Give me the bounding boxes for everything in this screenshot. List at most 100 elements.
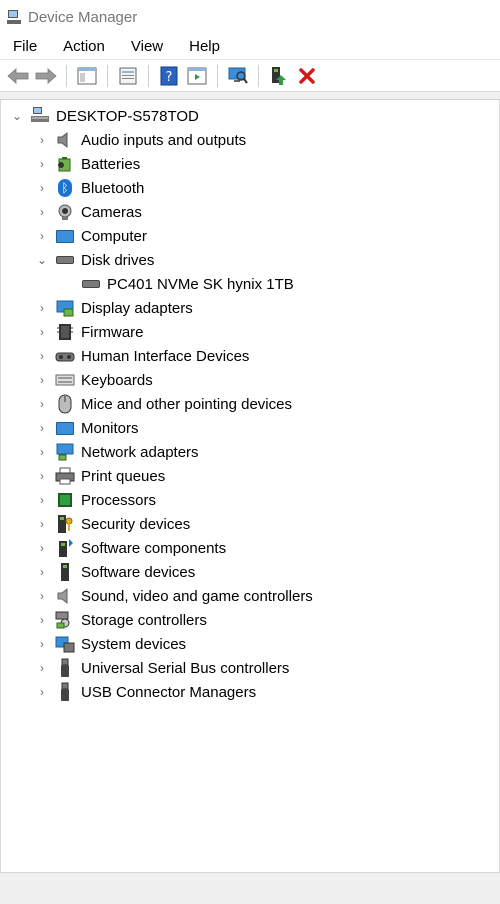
tree-item-label: Bluetooth [81, 179, 145, 197]
show-hide-console-tree-button[interactable] [75, 64, 99, 88]
tree-item-label: Keyboards [81, 371, 153, 389]
toolbar-separator [258, 64, 259, 87]
chevron-right-icon[interactable]: › [35, 613, 49, 627]
chevron-right-icon[interactable]: › [35, 349, 49, 363]
tree-item-label: Batteries [81, 155, 141, 173]
chevron-right-icon[interactable]: › [35, 181, 49, 195]
chevron-right-icon[interactable]: › [35, 589, 49, 603]
tree-item-hid[interactable]: › Human Interface Devices [35, 344, 249, 368]
toolbar: ? [0, 60, 500, 92]
chevron-right-icon[interactable]: › [35, 229, 49, 243]
pane-top-border [0, 92, 500, 100]
tree-item-label: Human Interface Devices [81, 347, 250, 365]
chevron-right-icon[interactable]: › [35, 397, 49, 411]
tree-item-storage-controllers[interactable]: › Storage controllers [35, 608, 207, 632]
chevron-right-icon[interactable]: › [35, 445, 49, 459]
show-action-pane-button[interactable] [185, 64, 209, 88]
tree-item-keyboards[interactable]: › Keyboards [35, 368, 153, 392]
window-title: Device Manager [28, 8, 138, 26]
chevron-right-icon[interactable]: › [35, 157, 49, 171]
tree-item-display-adapters[interactable]: › Display adapters [35, 296, 193, 320]
uninstall-device-button[interactable] [295, 64, 319, 88]
menu-help[interactable]: Help [176, 34, 233, 60]
tree-item-network-adapters[interactable]: › Network adapters [35, 440, 199, 464]
tree-item-bluetooth[interactable]: › ᛒ Bluetooth [35, 176, 144, 200]
chevron-right-icon[interactable]: › [35, 133, 49, 147]
tree-item-software-components[interactable]: › Software components [35, 536, 226, 560]
tree-item-audio[interactable]: › Audio inputs and outputs [35, 128, 246, 152]
tree-item-software-devices[interactable]: › Software devices [35, 560, 195, 584]
tree-root[interactable]: ⌄ DESKTOP-S578TOD [10, 104, 199, 128]
update-driver-button[interactable] [267, 64, 291, 88]
security-device-icon [55, 514, 75, 534]
tree-item-monitors[interactable]: › Monitors [35, 416, 139, 440]
tree-item-label: Disk drives [81, 251, 155, 269]
bluetooth-icon: ᛒ [55, 178, 75, 198]
tree-item-firmware[interactable]: › Firmware [35, 320, 144, 344]
usb-icon [55, 658, 75, 678]
chevron-right-icon[interactable]: › [35, 565, 49, 579]
chevron-right-icon[interactable]: › [35, 421, 49, 435]
storage-controller-icon [55, 610, 75, 630]
tree-item-computer[interactable]: › Computer [35, 224, 147, 248]
device-tree[interactable]: ⌄ DESKTOP-S578TOD › Audio inputs and out… [0, 100, 500, 872]
chevron-right-icon[interactable]: › [35, 205, 49, 219]
menu-view[interactable]: View [118, 34, 176, 60]
chevron-right-icon[interactable]: › [35, 493, 49, 507]
display-adapter-icon [55, 298, 75, 318]
properties-button[interactable] [116, 64, 140, 88]
chevron-right-icon[interactable]: › [35, 661, 49, 675]
tree-item-system-devices[interactable]: › System devices [35, 632, 186, 656]
tree-item-label: Security devices [81, 515, 191, 533]
software-component-icon [55, 538, 75, 558]
printer-icon [55, 466, 75, 486]
tree-item-batteries[interactable]: › Batteries [35, 152, 140, 176]
disk-drive-icon [81, 274, 101, 294]
action-pane-icon [187, 67, 207, 84]
tree-item-mice[interactable]: › Mice and other pointing devices [35, 392, 292, 416]
tree-item-label: Processors [81, 491, 157, 509]
device-manager-icon [6, 9, 22, 25]
tree-child-disk[interactable]: PC401 NVMe SK hynix 1TB [75, 272, 294, 296]
help-button[interactable]: ? [157, 64, 181, 88]
tree-item-label: Monitors [81, 419, 139, 437]
chevron-right-icon[interactable]: › [35, 469, 49, 483]
tree-item-sound-controllers[interactable]: › Sound, video and game controllers [35, 584, 313, 608]
scan-hardware-changes-button[interactable] [226, 64, 250, 88]
toolbar-separator [217, 64, 218, 87]
tree-item-processors[interactable]: › Processors [35, 488, 156, 512]
tree-item-disk-drives[interactable]: ⌄ Disk drives [35, 248, 154, 272]
menu-action[interactable]: Action [50, 34, 118, 60]
tree-item-label: Cameras [81, 203, 142, 221]
tree-item-label: Software components [81, 539, 227, 557]
tree-item-label: Computer [81, 227, 147, 245]
forward-button[interactable] [34, 64, 58, 88]
tree-item-security-devices[interactable]: › Security devices [35, 512, 190, 536]
chevron-down-icon[interactable]: ⌄ [10, 109, 24, 123]
menu-file[interactable]: File [0, 34, 50, 60]
toolbar-separator [107, 64, 108, 87]
root-label: DESKTOP-S578TOD [56, 107, 199, 125]
tree-item-usb-connector-managers[interactable]: › USB Connector Managers [35, 680, 256, 704]
chevron-right-icon[interactable]: › [35, 373, 49, 387]
tree-item-label: USB Connector Managers [81, 683, 257, 701]
chevron-right-icon[interactable]: › [35, 637, 49, 651]
chevron-right-icon[interactable]: › [35, 541, 49, 555]
delete-x-icon [299, 67, 315, 84]
tree-item-label: Network adapters [81, 443, 199, 461]
toolbar-separator [66, 64, 67, 87]
processor-icon [55, 490, 75, 510]
chevron-right-icon[interactable]: › [35, 301, 49, 315]
tree-item-print-queues[interactable]: › Print queues [35, 464, 165, 488]
tree-item-label: Firmware [81, 323, 144, 341]
chevron-right-icon[interactable]: › [35, 685, 49, 699]
back-button[interactable] [6, 64, 30, 88]
chevron-right-icon[interactable]: › [35, 517, 49, 531]
chevron-down-icon[interactable]: ⌄ [35, 253, 49, 267]
tree-item-usb-controllers[interactable]: › Universal Serial Bus controllers [35, 656, 289, 680]
title-bar: Device Manager [0, 0, 500, 34]
forward-arrow-icon [35, 67, 57, 84]
tree-item-cameras[interactable]: › Cameras [35, 200, 142, 224]
tree-item-label: Audio inputs and outputs [81, 131, 247, 149]
chevron-right-icon[interactable]: › [35, 325, 49, 339]
